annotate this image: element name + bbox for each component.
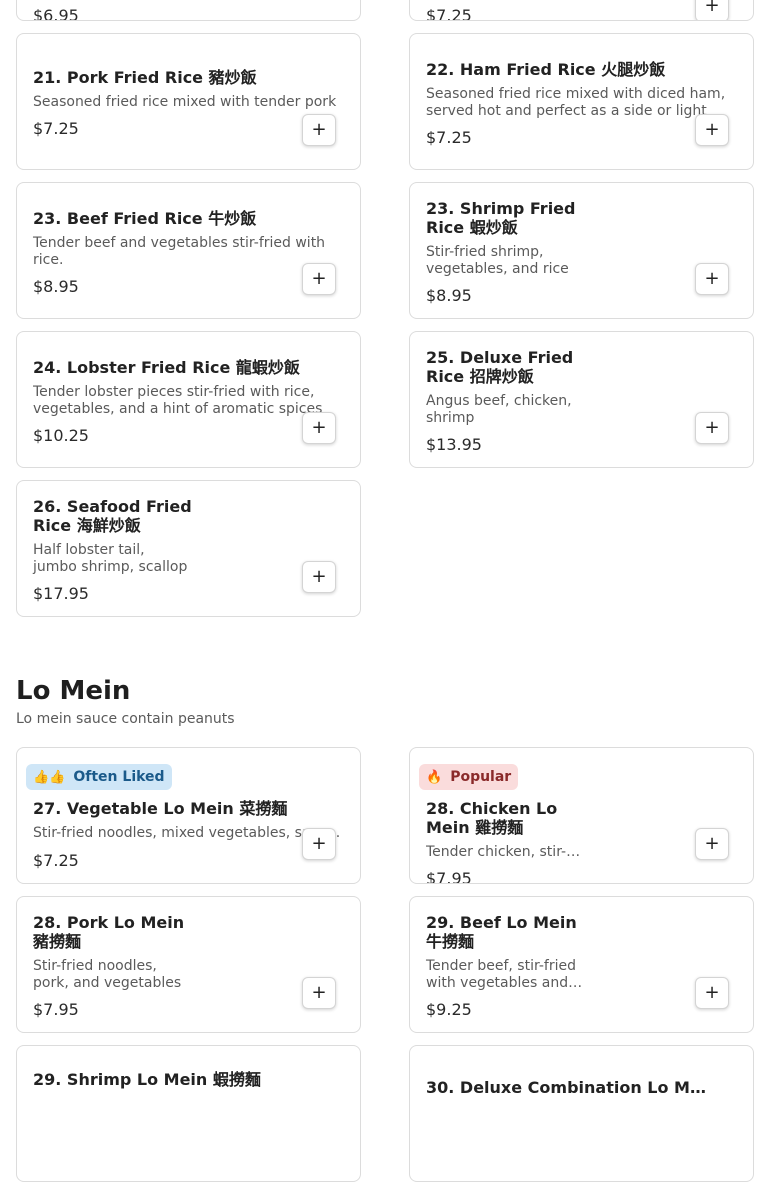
- add-to-cart-button[interactable]: +: [302, 412, 336, 444]
- item-price: $17.95: [33, 584, 89, 603]
- menu-item-card[interactable]: $7.25 +: [409, 0, 754, 21]
- fire-icon: 🔥: [426, 769, 443, 785]
- plus-icon: +: [311, 268, 327, 289]
- plus-icon: +: [704, 268, 720, 289]
- add-to-cart-button[interactable]: +: [695, 114, 729, 146]
- plus-icon: +: [704, 417, 720, 438]
- plus-icon: +: [704, 833, 720, 854]
- menu-item-card[interactable]: 29. Shrimp Lo Mein 蝦撈麵: [16, 1045, 361, 1182]
- item-title: 27. Vegetable Lo Mein 菜撈麵: [33, 799, 288, 818]
- add-to-cart-button[interactable]: +: [695, 0, 729, 20]
- add-to-cart-button[interactable]: +: [695, 977, 729, 1009]
- add-to-cart-button[interactable]: +: [302, 828, 336, 860]
- plus-icon: +: [704, 119, 720, 140]
- plus-icon: +: [311, 119, 327, 140]
- item-title: Mein 雞撈麵: [426, 818, 524, 837]
- add-to-cart-button[interactable]: +: [302, 263, 336, 295]
- item-title: 29. Shrimp Lo Mein 蝦撈麵: [33, 1070, 261, 1089]
- add-to-cart-button[interactable]: +: [302, 977, 336, 1009]
- item-title: 23. Beef Fried Rice 牛炒飯: [33, 209, 257, 228]
- menu-item-card[interactable]: 23. Shrimp Fried Rice 蝦炒飯 Stir-fried shr…: [409, 182, 754, 319]
- item-price: $7.25: [426, 128, 472, 147]
- popular-badge: 🔥 Popular: [419, 764, 519, 790]
- item-title: 牛撈麵: [426, 932, 475, 951]
- menu-item-card[interactable]: 🔥 Popular 28. Chicken Lo Mein 雞撈麵 Tender…: [409, 747, 754, 884]
- plus-icon: +: [311, 833, 327, 854]
- item-description: vegetables, and rice: [426, 261, 569, 277]
- item-price: $13.95: [426, 435, 482, 454]
- add-to-cart-button[interactable]: +: [695, 828, 729, 860]
- item-description: Half lobster tail,: [33, 542, 145, 558]
- menu-item-card[interactable]: 23. Beef Fried Rice 牛炒飯 Tender beef and …: [16, 182, 361, 319]
- item-price: $7.25: [426, 6, 472, 21]
- item-title: 30. Deluxe Combination Lo Mein 招牌撈麵: [426, 1078, 716, 1097]
- menu-item-card[interactable]: $6.95: [16, 0, 361, 21]
- menu-item-card[interactable]: 30. Deluxe Combination Lo Mein 招牌撈麵: [409, 1045, 754, 1182]
- menu-item-card[interactable]: 28. Pork Lo Mein 豬撈麵 Stir-fried noodles,…: [16, 896, 361, 1033]
- menu-item-card[interactable]: 21. Pork Fried Rice 豬炒飯 Seasoned fried r…: [16, 33, 361, 170]
- item-description: Stir-fried noodles,: [33, 958, 157, 974]
- plus-icon: +: [704, 0, 720, 16]
- plus-icon: +: [311, 566, 327, 587]
- section-title: Lo Mein: [16, 676, 131, 706]
- section-note: Lo mein sauce contain peanuts: [16, 711, 235, 727]
- item-title: Rice 招牌炒飯: [426, 367, 534, 386]
- item-title: 28. Pork Lo Mein: [33, 913, 185, 932]
- item-price: $7.25: [33, 119, 79, 138]
- item-title: 21. Pork Fried Rice 豬炒飯: [33, 68, 257, 87]
- item-description: Stir-fried shrimp,: [426, 244, 544, 260]
- item-description: jumbo shrimp, scallop: [33, 559, 188, 575]
- thumbs-up-icon: 👍👍: [33, 769, 66, 785]
- item-price: $10.25: [33, 426, 89, 445]
- menu-item-card[interactable]: 29. Beef Lo Mein 牛撈麵 Tender beef, stir-f…: [409, 896, 754, 1033]
- item-description: Angus beef, chicken,: [426, 393, 572, 409]
- item-description: Tender beef and vegetables stir-fried wi…: [33, 235, 326, 268]
- menu-item-card[interactable]: 24. Lobster Fried Rice 龍蝦炒飯 Tender lobst…: [16, 331, 361, 468]
- item-description: Tender beef, stir-fried: [426, 958, 576, 974]
- badge-label: Popular: [450, 769, 512, 785]
- add-to-cart-button[interactable]: +: [302, 114, 336, 146]
- menu-item-card[interactable]: 26. Seafood Fried Rice 海鮮炒飯 Half lobster…: [16, 480, 361, 617]
- item-description: shrimp: [426, 410, 475, 426]
- item-title: 23. Shrimp Fried: [426, 199, 576, 218]
- menu-item-card[interactable]: 25. Deluxe Fried Rice 招牌炒飯 Angus beef, c…: [409, 331, 754, 468]
- item-price: $9.25: [426, 1000, 472, 1019]
- item-price: $8.95: [426, 286, 472, 305]
- item-title: 25. Deluxe Fried: [426, 348, 574, 367]
- item-title: Rice 海鮮炒飯: [33, 516, 141, 535]
- plus-icon: +: [311, 417, 327, 438]
- item-description: Seasoned fried rice mixed with diced ham…: [426, 86, 726, 119]
- badge-label: Often Liked: [73, 769, 165, 785]
- menu-item-card[interactable]: 👍👍 Often Liked 27. Vegetable Lo Mein 菜撈麵…: [16, 747, 361, 884]
- item-description: pork, and vegetables: [33, 975, 182, 991]
- add-to-cart-button[interactable]: +: [695, 263, 729, 295]
- item-description: with vegetables and noodles: [426, 975, 584, 991]
- menu-item-card[interactable]: 22. Ham Fried Rice 火腿炒飯 Seasoned fried r…: [409, 33, 754, 170]
- often-liked-badge: 👍👍 Often Liked: [26, 764, 172, 790]
- item-title: 22. Ham Fried Rice 火腿炒飯: [426, 60, 666, 79]
- item-title: 26. Seafood Fried: [33, 497, 192, 516]
- item-price: $6.95: [33, 6, 79, 21]
- item-description: Tender chicken, stir-fried noodles: [426, 844, 582, 860]
- item-title: 24. Lobster Fried Rice 龍蝦炒飯: [33, 358, 300, 377]
- plus-icon: +: [704, 982, 720, 1003]
- item-title: 28. Chicken Lo: [426, 799, 558, 818]
- item-price: $7.95: [426, 869, 472, 884]
- item-price: $8.95: [33, 277, 79, 296]
- item-title: Rice 蝦炒飯: [426, 218, 518, 237]
- item-title: 豬撈麵: [33, 932, 82, 951]
- item-title: 29. Beef Lo Mein: [426, 913, 577, 932]
- add-to-cart-button[interactable]: +: [695, 412, 729, 444]
- item-description: Stir-fried noodles, mixed vegetables, sa…: [33, 825, 341, 841]
- plus-icon: +: [311, 982, 327, 1003]
- item-price: $7.95: [33, 1000, 79, 1019]
- item-description: Tender lobster pieces stir-fried with ri…: [33, 384, 323, 417]
- item-price: $7.25: [33, 851, 79, 870]
- add-to-cart-button[interactable]: +: [302, 561, 336, 593]
- item-description: Seasoned fried rice mixed with tender po…: [33, 94, 337, 110]
